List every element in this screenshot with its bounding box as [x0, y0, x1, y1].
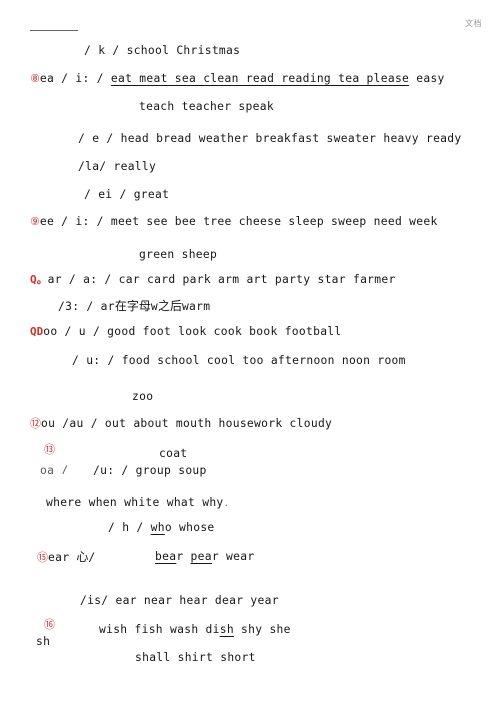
line-10b-example: warm — [181, 300, 211, 313]
item-number-13: ⑬ — [44, 443, 55, 456]
line-10-continued: /3: / ar在字母w之后warm — [58, 300, 210, 312]
line-h-sound: / h / who whose — [108, 522, 215, 533]
line-16-continued: shall shirt short — [135, 651, 256, 664]
line-15-pear-rest: r — [211, 550, 227, 563]
line-k-sound: / k / school Christmas — [84, 44, 241, 57]
line-10b-chinese-before: 在字母 — [114, 299, 151, 313]
line-16-underlined: sh — [219, 623, 234, 636]
line-8-continued: teach teacher speak — [139, 100, 274, 113]
line-15-pear-underlined: pea — [190, 550, 212, 563]
line-14b-prefix: / h / — [108, 521, 151, 534]
line-10b-letter: w — [150, 300, 158, 313]
line-la-sound: /la/ really — [78, 160, 157, 173]
line-11-text: oo / u / good foot look cook book footba… — [43, 325, 342, 338]
item-number-16-wrapper: ⑯ — [44, 619, 55, 630]
watermark-label: 文档 — [465, 19, 482, 28]
header-rule — [30, 30, 78, 31]
line-item-9: ⑨ee / i: / meet see bee tree cheese slee… — [30, 216, 438, 227]
line-9-text: ee / i: / meet see bee tree cheese sleep… — [39, 215, 438, 228]
item-number-9: ⑨ — [30, 215, 40, 228]
line-item-15: ⑮ear 心/ — [37, 551, 96, 563]
line-9-continued: green sheep — [139, 248, 218, 261]
item-number-10: Q。 — [30, 273, 48, 286]
line-item-10: Q。ar / a: / car card park arm art party … — [30, 274, 396, 285]
line-13b-clipped-text: oa / — [40, 465, 69, 475]
line-10b-prefix: /3: / ar — [58, 300, 115, 313]
line-item-12: ⑫ou /au / out about mouth housework clou… — [30, 418, 332, 429]
line-11-zoo: zoo — [132, 390, 154, 403]
line-13-coat: coat — [159, 447, 188, 460]
line-e-sound: / e / head bread weather breakfast sweat… — [78, 132, 462, 145]
line-15-wear: wear — [226, 550, 255, 563]
line-15-bear-underlined: bea — [155, 550, 177, 563]
line-13-clipped-digraph: oa / — [40, 463, 68, 474]
document-page: 文档 / k / school Christmas ⑧ea / i: / eat… — [0, 0, 500, 707]
line-8-underlined-words: eat meat sea clean read reading tea plea… — [110, 72, 410, 85]
line-16-digraph-label: sh — [36, 635, 51, 648]
line-8-prefix: ea / i: / — [39, 72, 111, 85]
line-15-prefix: ear — [48, 551, 77, 564]
item-number-12: ⑫ — [30, 417, 41, 430]
line-15-slash: / — [88, 551, 96, 564]
line-16-text-b: shy she — [233, 623, 291, 636]
line-14b-suffix: o whose — [164, 521, 215, 534]
line-8-suffix: easy — [409, 72, 445, 85]
item-number-8: ⑧ — [30, 72, 40, 85]
line-10b-chinese-after: 之后 — [157, 299, 182, 313]
line-item-11: QDoo / u / good foot look cook book foot… — [30, 326, 342, 337]
line-14-text: where when white what why — [46, 496, 224, 509]
line-item-8: ⑧ea / i: / eat meat sea clean read readi… — [30, 73, 445, 84]
line-14-trailing-mark: . — [223, 499, 230, 509]
item-number-15: ⑮ — [37, 551, 48, 564]
line-14b-underlined: wh — [150, 521, 165, 534]
line-wh-words: where when white what why. — [46, 497, 229, 509]
line-12-text: ou /au / out about mouth housework cloud… — [41, 417, 333, 430]
line-15-garbled-symbol: 心 — [76, 550, 89, 564]
item-number-16: ⑯ — [44, 618, 55, 631]
line-16-words: wish fish wash dish shy she — [99, 624, 291, 635]
line-15-bear-rest: r — [176, 550, 191, 563]
line-16-text-a: wish fish wash di — [99, 623, 220, 636]
item-number-13-wrapper: ⑬ — [44, 444, 55, 455]
line-13-continued: /u: / group soup — [93, 464, 207, 477]
line-15-example-words: bear pear wear — [155, 551, 254, 562]
item-number-11: QD — [30, 325, 44, 338]
line-ei-sound: / ei / great — [84, 188, 170, 201]
line-11-continued: / u: / food school cool too afternoon no… — [72, 354, 406, 367]
line-10-text: ar / a: / car card park arm art party st… — [47, 273, 396, 286]
line-15-continued: /is/ ear near hear dear year — [80, 594, 279, 607]
